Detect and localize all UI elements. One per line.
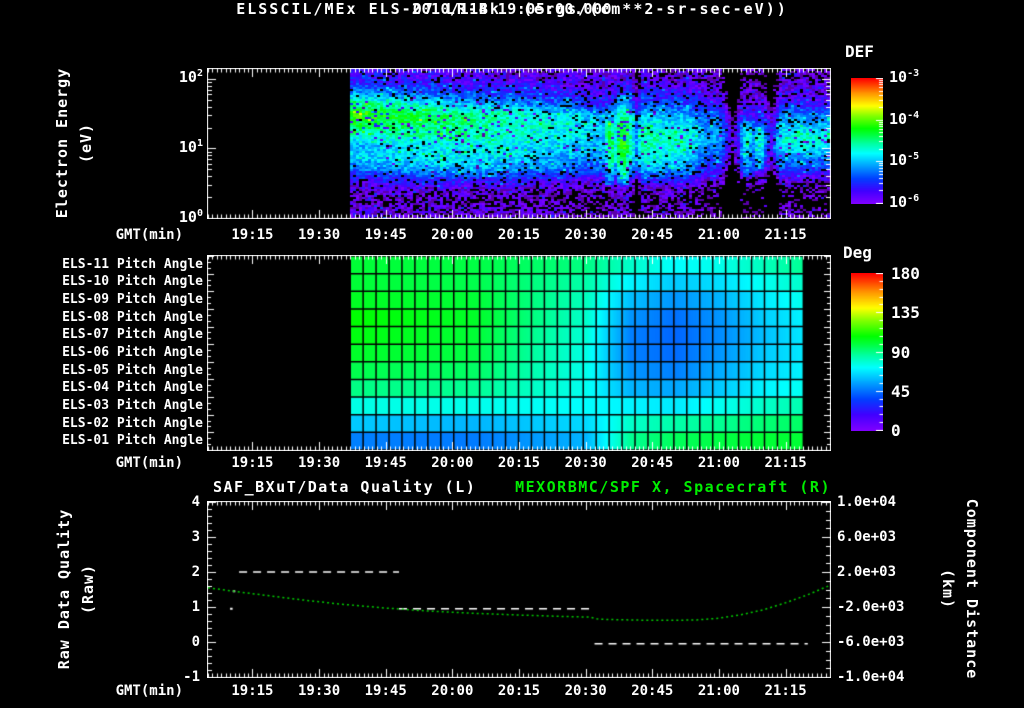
panel1-y-axis-label-line2: (eV)	[77, 122, 95, 164]
panel3-right-title: MEXORBMC/SPF X, Spacecraft (R)	[515, 478, 831, 496]
distance-tick-label: -2.0e+03	[837, 599, 905, 615]
panel1-y-axis-label-line1: Electron Energy	[53, 67, 71, 219]
pitch-angle-grid-canvas	[207, 255, 831, 451]
quality-tick-label: 1	[191, 599, 200, 615]
time-tick-label: 20:15	[497, 683, 541, 699]
panel3-right-y-axis-label-line1: Component Distance	[963, 498, 981, 680]
energy-tick-label: 101	[178, 138, 203, 156]
def-colorbar	[851, 78, 883, 204]
panel3-gmt-label: GMT(min)	[115, 683, 183, 699]
quality-tick-label: 4	[191, 494, 200, 510]
energy-tick-label: 102	[178, 68, 203, 86]
deg-colorbar-title: Deg	[843, 243, 872, 262]
time-tick-label: 20:00	[431, 227, 474, 243]
distance-tick-label: -6.0e+03	[837, 634, 905, 650]
deg-colorbar	[851, 273, 883, 431]
instrument-title: ELSSCIL/MEx ELS-07 LR-Bk (ergs/(cm**2-sr…	[236, 0, 788, 18]
pitch-row-label: ELS-04 Pitch Angle	[62, 380, 203, 396]
time-tick-label: 19:15	[231, 455, 274, 471]
pitch-row-label: ELS-06 Pitch Angle	[62, 344, 203, 360]
plot-screen: 2010/114 19:05:00.000 ELSSCIL/MEx ELS-07…	[0, 0, 1024, 708]
time-tick-label: 19:30	[297, 683, 341, 699]
pitch-row-label: ELS-03 Pitch Angle	[62, 397, 203, 413]
time-tick-label: 20:45	[631, 455, 674, 471]
time-tick-label: 19:15	[231, 683, 274, 699]
panel1-y-axis-label: Electron Energy (eV)	[50, 0, 98, 293]
time-tick-label: 19:45	[364, 455, 407, 471]
time-tick-label: 20:45	[631, 227, 674, 243]
distance-tick-label: -1.0e+04	[837, 669, 905, 685]
pitch-row-label: ELS-05 Pitch Angle	[62, 362, 203, 378]
panel3-left-y-axis-label-line2: (Raw)	[79, 563, 97, 615]
time-tick-label: 21:15	[764, 455, 807, 471]
time-tick-label: 20:45	[631, 683, 674, 699]
def-colorbar-tick-label: 10-3	[889, 68, 920, 86]
time-tick-label: 21:15	[764, 227, 807, 243]
time-tick-label: 19:45	[364, 683, 407, 699]
def-colorbar-tick-label: 10-6	[889, 193, 920, 211]
pitch-row-label: ELS-02 Pitch Angle	[62, 415, 203, 431]
electron-energy-spectrogram-canvas	[207, 68, 831, 219]
panel2-gmt-label: GMT(min)	[115, 455, 183, 471]
quality-tick-label: -1	[183, 669, 200, 685]
deg-colorbar-tick-label: 45	[891, 381, 911, 401]
pitch-row-label: ELS-07 Pitch Angle	[62, 327, 203, 343]
time-tick-label: 20:15	[497, 227, 541, 243]
pitch-row-label: ELS-08 Pitch Angle	[62, 309, 203, 325]
time-tick-label: 21:00	[697, 227, 740, 243]
time-tick-label: 19:45	[364, 227, 407, 243]
time-tick-label: 19:30	[297, 227, 341, 243]
time-tick-label: 19:15	[231, 227, 274, 243]
panel1-gmt-label: GMT(min)	[115, 227, 183, 243]
def-colorbar-tick-label: 10-4	[889, 109, 920, 128]
distance-tick-label: 1.0e+04	[837, 494, 897, 510]
def-colorbar-tick-label: 10-5	[889, 151, 920, 170]
time-tick-label: 21:00	[697, 683, 740, 699]
pitch-row-label: ELS-10 Pitch Angle	[62, 274, 203, 290]
time-tick-label: 20:30	[564, 455, 607, 471]
time-tick-label: 20:15	[497, 455, 541, 471]
panel3-left-y-axis-label: Raw Data Quality (Raw)	[52, 439, 100, 708]
time-tick-label: 20:30	[564, 227, 607, 243]
time-tick-label: 20:00	[431, 683, 474, 699]
time-tick-label: 19:30	[297, 455, 341, 471]
panel3-left-y-axis-label-line1: Raw Data Quality	[55, 508, 73, 670]
deg-colorbar-tick-label: 0	[891, 421, 901, 440]
pitch-row-label: ELS-01 Pitch Angle	[62, 433, 203, 449]
def-colorbar-title: DEF	[845, 42, 874, 61]
pitch-row-label: ELS-09 Pitch Angle	[62, 292, 203, 308]
time-tick-label: 20:30	[564, 683, 607, 699]
distance-tick-label: 6.0e+03	[837, 529, 897, 545]
panel3-right-y-axis-label-line2: (km)	[939, 568, 957, 610]
deg-colorbar-tick-label: 135	[891, 303, 920, 323]
panel3-right-y-axis-label: Component Distance (km)	[936, 439, 984, 708]
time-tick-label: 21:00	[697, 455, 740, 471]
quality-tick-label: 3	[191, 529, 200, 545]
time-tick-label: 21:15	[764, 683, 807, 699]
deg-colorbar-tick-label: 180	[891, 264, 920, 283]
energy-tick-label: 100	[178, 208, 203, 226]
time-tick-label: 20:00	[431, 455, 474, 471]
distance-tick-label: 2.0e+03	[837, 564, 897, 580]
quality-tick-label: 2	[191, 564, 200, 580]
quality-distance-plot-canvas	[207, 501, 831, 678]
panel3-left-title: SAF_BXuT/Data Quality (L)	[213, 478, 477, 496]
pitch-row-label: ELS-11 Pitch Angle	[62, 256, 203, 272]
deg-colorbar-tick-label: 90	[891, 342, 911, 362]
quality-tick-label: 0	[191, 634, 200, 650]
